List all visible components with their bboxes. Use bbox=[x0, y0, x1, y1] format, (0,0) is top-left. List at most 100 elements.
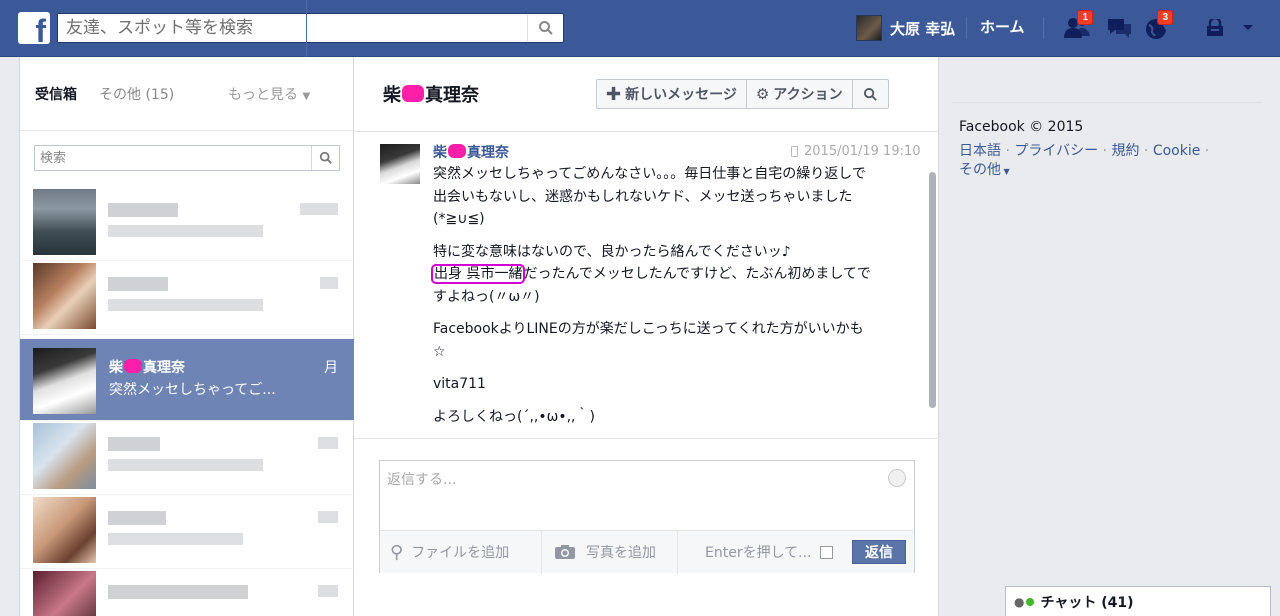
search-icon[interactable] bbox=[853, 80, 888, 108]
list-item[interactable] bbox=[20, 261, 354, 335]
message-list: 柴 真理奈 2015/01/19 19:10 突然メッセしちゃってごめんなさい。。… bbox=[354, 132, 939, 438]
redacted-name bbox=[108, 203, 178, 217]
notifications-badge: 3 bbox=[1157, 10, 1173, 25]
enter-label: Enterを押して... bbox=[705, 545, 812, 561]
avatar bbox=[856, 15, 882, 41]
reply-input[interactable] bbox=[387, 469, 877, 539]
send-button[interactable]: 返信 bbox=[852, 540, 906, 564]
message-thread: 柴真理奈 ✚ 新しいメッセージ ⚙ アクション 柴真理奈 2015/01/19 … bbox=[354, 57, 939, 616]
notifications-globe-icon[interactable]: 3 bbox=[1143, 10, 1173, 44]
redacted-preview bbox=[108, 225, 263, 237]
list-item[interactable] bbox=[20, 569, 354, 616]
home-link[interactable]: ホーム bbox=[980, 16, 1025, 37]
conversation-search bbox=[34, 145, 340, 171]
list-item-active[interactable]: 柴 真理奈 突然メッセしちゃってご... 月 bbox=[20, 339, 354, 421]
add-photo-label: 写真を追加 bbox=[586, 545, 656, 561]
messages-icon[interactable] bbox=[1104, 14, 1134, 44]
divider bbox=[966, 17, 967, 39]
reply-toolbar: ⚲ ファイルを追加 写真を追加 Enterを押して... 返信 bbox=[380, 530, 914, 574]
timestamp-text: 2015/01/19 19:10 bbox=[804, 144, 921, 159]
title-prefix: 柴 bbox=[383, 85, 401, 106]
redacted-name bbox=[108, 511, 166, 525]
mailbox-tabs: 受信箱 その他 (15) もっと見る ▼ bbox=[20, 57, 353, 131]
avatar[interactable] bbox=[380, 144, 420, 184]
message-paragraph: 突然メッセしちゃってごめんなさい。。。毎日仕事と自宅の繰り返しで出会いもないし、… bbox=[433, 166, 866, 227]
scrollbar[interactable] bbox=[929, 172, 936, 408]
cookie-link[interactable]: Cookie bbox=[1153, 143, 1201, 159]
emoji-icon[interactable] bbox=[888, 469, 906, 487]
tab-inbox[interactable]: 受信箱 bbox=[35, 84, 77, 104]
name-suffix: 真理奈 bbox=[143, 360, 185, 376]
avatar bbox=[33, 189, 96, 255]
redacted-date bbox=[300, 203, 338, 215]
redacted-date bbox=[320, 277, 338, 289]
enter-to-send-toggle[interactable]: Enterを押して... bbox=[678, 531, 846, 574]
chat-bar[interactable]: ● チャット (41) bbox=[1005, 586, 1271, 616]
message-paragraph: FacebookよりLINEの方が楽だしこっちに送ってくれた方がいいかも☆ bbox=[433, 321, 864, 360]
separator: · bbox=[1200, 143, 1210, 159]
conversation-search-input[interactable] bbox=[35, 146, 311, 170]
thread-toolbar: ✚ 新しいメッセージ ⚙ アクション bbox=[596, 79, 889, 109]
top-bar: f 大原 幸弘 ホーム 1 3 bbox=[0, 0, 1280, 57]
redacted-date bbox=[318, 511, 338, 523]
gear-icon: ⚙ bbox=[755, 85, 770, 103]
person-icon: ● bbox=[1014, 594, 1025, 609]
more-label: その他 bbox=[959, 162, 1001, 178]
divider bbox=[952, 102, 1262, 103]
para2-line1: 特に変な意味はないので、良かったら絡んでくださいッ♪ bbox=[433, 243, 791, 260]
redacted-date bbox=[318, 437, 338, 449]
enter-to-send-checkbox[interactable] bbox=[819, 545, 833, 559]
new-message-label: 新しいメッセージ bbox=[625, 87, 737, 103]
redacted-preview bbox=[108, 459, 263, 471]
search-icon[interactable] bbox=[527, 14, 563, 42]
tab-more[interactable]: もっと見る ▼ bbox=[228, 84, 310, 104]
redaction-mark bbox=[402, 85, 424, 102]
name-prefix: 柴 bbox=[109, 360, 123, 376]
reply-box: ⚲ ファイルを追加 写真を追加 Enterを押して... 返信 bbox=[379, 460, 915, 574]
privacy-lock-icon[interactable] bbox=[1205, 16, 1253, 41]
mobile-icon bbox=[791, 146, 798, 157]
facebook-logo-icon[interactable]: f bbox=[18, 12, 50, 44]
divider bbox=[1043, 17, 1044, 39]
divider bbox=[306, 0, 307, 57]
plus-icon: ✚ bbox=[606, 83, 622, 105]
conversation-sidebar: 受信箱 その他 (15) もっと見る ▼ 柴 真理奈 突然メッセしちゃってご...… bbox=[19, 57, 354, 616]
redacted-name bbox=[108, 437, 160, 451]
paperclip-icon: ⚲ bbox=[390, 541, 404, 563]
message-sender[interactable]: 柴 真理奈 bbox=[433, 142, 509, 162]
add-file-button[interactable]: ⚲ ファイルを追加 bbox=[380, 530, 542, 574]
separator: · bbox=[1139, 143, 1153, 159]
conversation-name: 柴 真理奈 bbox=[109, 357, 185, 377]
search-icon[interactable] bbox=[311, 146, 339, 170]
language-link[interactable]: 日本語 bbox=[959, 143, 1001, 159]
sender-suffix: 真理奈 bbox=[467, 145, 509, 161]
redaction-mark bbox=[124, 359, 142, 373]
terms-link[interactable]: 規約 bbox=[1111, 143, 1139, 159]
privacy-link[interactable]: プライバシー bbox=[1014, 143, 1098, 159]
title-suffix: 真理奈 bbox=[425, 85, 479, 106]
conversation-list: 柴 真理奈 突然メッセしちゃってご... 月 bbox=[20, 187, 354, 616]
friend-requests-badge: 1 bbox=[1077, 10, 1093, 25]
thread-title: 柴 真理奈 bbox=[383, 81, 479, 107]
list-item[interactable] bbox=[20, 495, 354, 569]
separator: · bbox=[1098, 143, 1112, 159]
thread-header: 柴 真理奈 ✚ 新しいメッセージ ⚙ アクション bbox=[354, 57, 938, 132]
redacted-name bbox=[108, 585, 248, 599]
add-photo-button[interactable]: 写真を追加 bbox=[542, 530, 678, 574]
redacted-name bbox=[108, 277, 168, 291]
tab-other[interactable]: その他 (15) bbox=[99, 84, 174, 104]
friend-requests-icon[interactable]: 1 bbox=[1063, 10, 1093, 44]
list-item[interactable] bbox=[20, 187, 354, 261]
actions-button[interactable]: ⚙ アクション bbox=[747, 80, 853, 108]
avatar bbox=[33, 348, 96, 414]
global-search-input[interactable] bbox=[58, 14, 518, 42]
message-paragraph: vita711 bbox=[433, 376, 486, 392]
camera-icon bbox=[555, 545, 575, 559]
list-item[interactable] bbox=[20, 421, 354, 495]
more-link[interactable]: その他 ▼ bbox=[959, 162, 1010, 178]
profile-link[interactable]: 大原 幸弘 bbox=[856, 15, 955, 41]
message-body: 突然メッセしちゃってごめんなさい。。。毎日仕事と自宅の繰り返しで出会いもないし、… bbox=[430, 163, 873, 438]
new-message-button[interactable]: ✚ 新しいメッセージ bbox=[597, 80, 747, 108]
separator: · bbox=[1001, 143, 1015, 159]
conversation-date: 月 bbox=[324, 360, 338, 376]
